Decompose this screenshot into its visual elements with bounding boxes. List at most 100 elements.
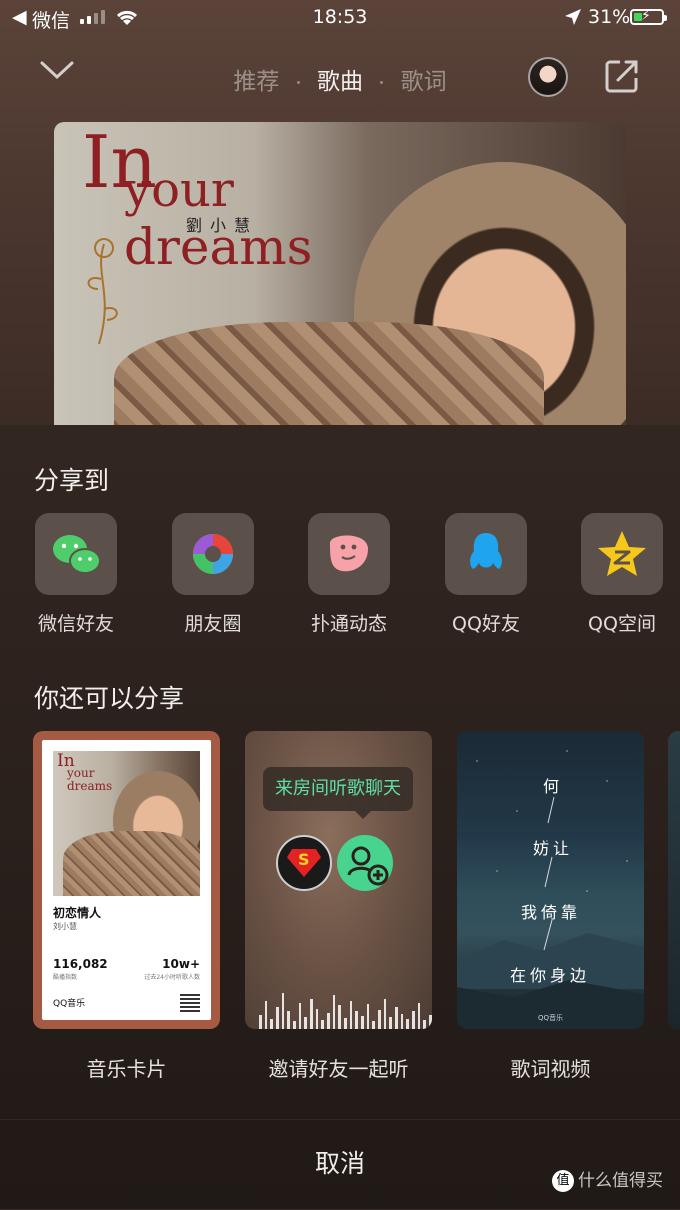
cover-scarf [114,322,544,425]
music-card-preview: In your dreams 初恋情人 刘小慧 116,082 酷播指数 10w… [42,740,211,1020]
waveform-bar [349,1001,353,1029]
lyric-line: 在你身边 [510,966,591,985]
share-cards: In your dreams 初恋情人 刘小慧 116,082 酷播指数 10w… [0,731,680,1081]
lyric-video-option[interactable]: 何 妨让 我倚靠 在你身边 QQ音乐 [457,731,644,1029]
next-card-peek[interactable] [668,731,680,1029]
waveform-bar [332,995,336,1029]
music-card-listeners-label: 过去24小时听歌人数 [144,974,200,981]
waveform-bar [400,1014,404,1029]
waveform-bar [310,999,313,1029]
watermark: 值什么值得买 [552,1166,663,1192]
share-label: QQ好友 [452,613,520,635]
waveform-bar [293,1021,296,1029]
waveform-bar [389,1017,393,1029]
album-cover: In your dreams 劉小慧 [54,122,626,425]
more-share-title: 你还可以分享 [34,684,185,713]
invite-bubble: 来房间听歌聊天 [263,767,413,819]
cover-artist: 劉小慧 [186,216,259,235]
share-targets: 微信好友 朋友圈 扑通动态 QQ好友 QQ空间 [0,513,680,643]
lyric-card-brand: QQ音乐 [537,1014,564,1022]
share-sheet: 分享到 微信好友 朋友圈 扑通动态 QQ好友 QQ空间 你还可以分享 In yo… [0,425,680,1209]
music-card-cover: In your dreams [53,751,200,896]
tab-separator [296,81,300,84]
lyric-line: 妨让 [533,839,574,858]
waveform-bar [423,1020,427,1029]
lyric-line: 何 [543,777,564,796]
waveform-bar [315,1009,319,1029]
tab-lyrics[interactable]: 歌词 [391,69,457,95]
tab-recommend[interactable]: 推荐 [223,69,289,95]
music-card-label: 音乐卡片 [86,1057,167,1081]
cover-title-your: your [124,162,234,218]
waveform-bar [287,1011,291,1029]
player-tabs: 推荐 歌曲 歌词 [0,62,680,96]
watermark-text: 什么值得买 [578,1171,663,1191]
tab-song[interactable]: 歌曲 [307,69,373,95]
waveform-bar [366,1004,370,1029]
location-icon [565,9,581,25]
waveform-bar [270,1019,274,1029]
status-bar: ◀ 微信 18:53 31% ⚡ [0,0,680,36]
music-card-cover-subtitle: your dreams [67,766,113,793]
share-qzone[interactable]: QQ空间 [567,513,677,636]
battery-icon: ⚡ [630,8,667,25]
waveform-bar [355,1011,359,1029]
waveform-bar [338,1005,342,1029]
share-qq-friend[interactable]: QQ好友 [431,513,541,636]
waveform-bar [412,1011,415,1029]
share-label: 微信好友 [37,613,114,635]
share-to-title: 分享到 [34,466,110,495]
waveform-bar [298,1003,302,1029]
waveform-bar [304,1017,308,1029]
moments-icon [172,513,254,595]
waveform-bar [321,1020,325,1029]
cancel-bar: 取消 值什么值得买 [0,1119,680,1210]
lyric-line: 我倚靠 [521,903,582,922]
qq-icon [445,513,527,595]
share-wechat-friend[interactable]: 微信好友 [21,513,131,636]
battery-percent: 31% [588,6,631,28]
putong-icon [308,513,390,595]
waveform-bar [344,1018,347,1029]
music-card-option[interactable]: In your dreams 初恋情人 刘小慧 116,082 酷播指数 10w… [33,731,220,1029]
waveform-bar [327,1013,330,1029]
music-card-brand: QQ音乐 [53,999,86,1009]
watermark-icon: 值 [552,1170,574,1192]
lyric-video-label: 歌词视频 [510,1057,591,1081]
waveform-bar [429,1015,432,1029]
user-avatar[interactable] [528,57,568,97]
waveform-bar [417,1003,421,1029]
share-label: QQ空间 [588,613,656,635]
waveform-bar [264,1001,268,1029]
superman-avatar-icon [276,835,332,891]
waveform-bar [395,1007,398,1029]
music-card-plays-label: 酷播指数 [53,974,78,981]
waveform-bar [281,993,285,1029]
qzone-icon [581,513,663,595]
qr-code-icon [180,992,200,1012]
share-moments[interactable]: 朋友圈 [158,513,268,636]
wechat-icon [35,513,117,595]
waveform-bar [378,1010,381,1029]
waveform-bar [361,1016,364,1029]
audio-waveform [259,985,432,1029]
share-icon[interactable] [604,58,640,94]
share-label: 扑通动态 [310,613,387,635]
share-label: 朋友圈 [184,613,242,635]
waveform-bar [383,999,387,1029]
tab-separator [380,81,384,84]
music-card-plays: 116,082 [53,957,108,971]
waveform-bar [276,1007,279,1029]
music-card-singer: 刘小慧 [53,922,77,931]
player-header: 推荐 歌曲 歌词 [0,52,680,104]
share-putong[interactable]: 扑通动态 [294,513,404,636]
music-card-listeners: 10w+ [162,957,200,971]
waveform-bar [372,1021,376,1029]
music-card-song: 初恋情人 [53,906,102,920]
invite-listen-option[interactable]: 来房间听歌聊天 [245,731,432,1029]
rose-ornament-icon [87,238,118,345]
add-friend-icon [337,835,393,891]
waveform-bar [406,1019,410,1029]
invite-listen-label: 邀请好友一起听 [268,1057,409,1081]
waveform-bar [259,1015,262,1029]
